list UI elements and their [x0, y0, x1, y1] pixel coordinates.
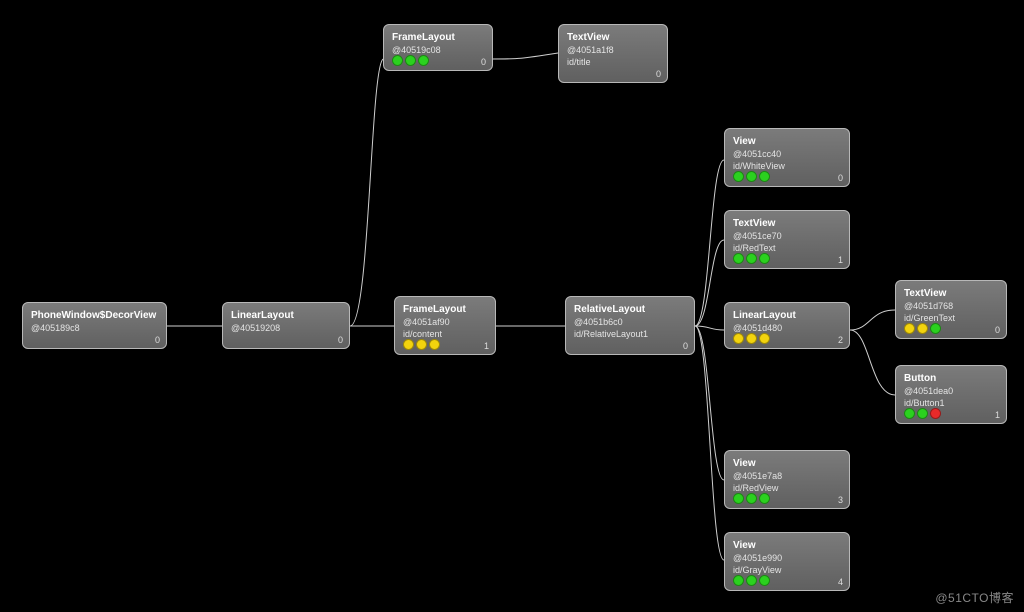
- node-hash: @4051af90: [403, 316, 487, 328]
- node-title: LinearLayout: [231, 309, 341, 322]
- node-index: 1: [995, 410, 1000, 420]
- node-decorview[interactable]: PhoneWindow$DecorView @405189c8 0: [22, 302, 167, 349]
- node-linearlayout-root[interactable]: LinearLayout @40519208 0: [222, 302, 350, 349]
- node-index: 3: [838, 495, 843, 505]
- node-hash: @405189c8: [31, 322, 158, 334]
- node-hash: @4051b6c0: [574, 316, 686, 328]
- node-index: 0: [995, 325, 1000, 335]
- node-title: Button: [904, 372, 998, 385]
- node-index: 1: [484, 341, 489, 351]
- node-title: LinearLayout: [733, 309, 841, 322]
- node-linearlayout-inner[interactable]: LinearLayout @4051d480 2: [724, 302, 850, 349]
- node-index: 0: [683, 341, 688, 351]
- watermark: @51CTO博客: [935, 589, 1014, 606]
- node-title: View: [733, 539, 841, 552]
- node-index: 0: [481, 57, 486, 67]
- node-title: View: [733, 457, 841, 470]
- status-dots: [733, 575, 770, 586]
- status-dots: [733, 333, 770, 344]
- node-index: 0: [155, 335, 160, 345]
- status-dots: [904, 323, 941, 334]
- node-title: TextView: [904, 287, 998, 300]
- node-hash: @4051dea0: [904, 385, 998, 397]
- node-hash: @4051a1f8: [567, 44, 659, 56]
- node-title: FrameLayout: [392, 31, 484, 44]
- status-dots: [733, 171, 770, 182]
- node-relativelayout[interactable]: RelativeLayout @4051b6c0 id/RelativeLayo…: [565, 296, 695, 355]
- node-index: 0: [838, 173, 843, 183]
- node-button[interactable]: Button @4051dea0 id/Button1 1: [895, 365, 1007, 424]
- node-index: 4: [838, 577, 843, 587]
- status-dots: [904, 408, 941, 419]
- node-textview-greentext[interactable]: TextView @4051d768 id/GreenText 0: [895, 280, 1007, 339]
- status-dots: [733, 493, 770, 504]
- node-title: PhoneWindow$DecorView: [31, 309, 158, 322]
- node-index: 0: [656, 69, 661, 79]
- node-framelayout-top[interactable]: FrameLayout @40519c08 0: [383, 24, 493, 71]
- node-framelayout-content[interactable]: FrameLayout @4051af90 id/content 1: [394, 296, 496, 355]
- node-hash: @4051e7a8: [733, 470, 841, 482]
- node-hash: @4051cc40: [733, 148, 841, 160]
- node-index: 2: [838, 335, 843, 345]
- node-title: TextView: [733, 217, 841, 230]
- node-textview-title[interactable]: TextView @4051a1f8 id/title 0: [558, 24, 668, 83]
- node-hash: @4051d768: [904, 300, 998, 312]
- view-hierarchy-diagram: { "watermark": "@51CTO博客", "nodes": { "n…: [0, 0, 1024, 612]
- node-viewid: id/RelativeLayout1: [574, 328, 686, 340]
- node-hash: @4051ce70: [733, 230, 841, 242]
- node-view-white[interactable]: View @4051cc40 id/WhiteView 0: [724, 128, 850, 187]
- node-index: 0: [338, 335, 343, 345]
- status-dots: [392, 55, 429, 66]
- node-hash: @40519208: [231, 322, 341, 334]
- node-title: FrameLayout: [403, 303, 487, 316]
- node-viewid: id/title: [567, 56, 659, 68]
- status-dots: [403, 339, 440, 350]
- node-title: TextView: [567, 31, 659, 44]
- node-index: 1: [838, 255, 843, 265]
- node-title: View: [733, 135, 841, 148]
- status-dots: [733, 253, 770, 264]
- node-title: RelativeLayout: [574, 303, 686, 316]
- node-view-gray[interactable]: View @4051e990 id/GrayView 4: [724, 532, 850, 591]
- node-view-red[interactable]: View @4051e7a8 id/RedView 3: [724, 450, 850, 509]
- node-hash: @4051e990: [733, 552, 841, 564]
- node-textview-redtext[interactable]: TextView @4051ce70 id/RedText 1: [724, 210, 850, 269]
